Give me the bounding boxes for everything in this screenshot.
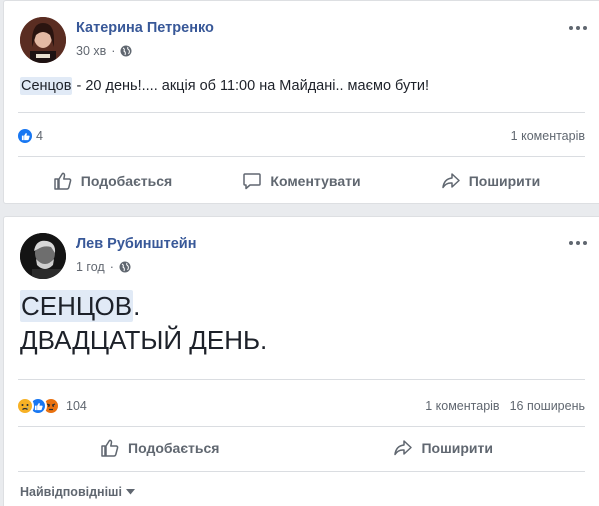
post-text-body: - 20 день!.... акція об 11:00 на Майдані… (72, 78, 430, 94)
more-options-icon[interactable] (569, 238, 589, 248)
post-stats: 4 1 коментарів (16, 127, 585, 145)
comment-label: Коментувати (270, 173, 361, 189)
post-actions: Подобається Поширити (18, 431, 585, 465)
post-card: Катерина Петренко 30 хв · Сенцов - 20 де… (3, 0, 599, 204)
share-button[interactable]: Поширити (302, 431, 586, 465)
divider (18, 156, 585, 157)
share-icon (394, 440, 413, 456)
divider (18, 471, 585, 472)
sort-label: Найвідповідніші (20, 485, 122, 499)
comment-button[interactable]: Коментувати (207, 164, 396, 198)
author-avatar[interactable] (20, 233, 66, 279)
post-text-line2: ДВАДЦАТЫЙ ДЕНЬ. (20, 325, 268, 355)
post-text: СЕНЦОВ. ДВАДЦАТЫЙ ДЕНЬ. (20, 289, 267, 357)
author-name[interactable]: Катерина Петренко (76, 20, 214, 36)
globe-icon (119, 261, 131, 273)
post-card: Лев Рубинштейн 1 год · СЕНЦОВ. ДВАДЦАТЫЙ… (3, 216, 599, 506)
comment-icon (243, 173, 262, 190)
post-stats: 104 1 коментарів 16 поширень (16, 397, 585, 415)
comment-count[interactable]: 1 коментарів (511, 129, 585, 143)
share-count[interactable]: 16 поширень (510, 399, 585, 413)
comment-count[interactable]: 1 коментарів (425, 399, 499, 413)
divider (18, 112, 585, 113)
author-name[interactable]: Лев Рубинштейн (76, 236, 196, 252)
share-label: Поширити (468, 173, 541, 189)
like-label: Подобається (80, 173, 173, 189)
share-icon (441, 173, 460, 189)
like-button[interactable]: Подобається (18, 164, 207, 198)
thumbs-up-icon (101, 439, 119, 457)
like-reaction-icon[interactable] (16, 127, 34, 145)
thumbs-up-icon (54, 172, 72, 190)
like-count[interactable]: 4 (36, 129, 43, 143)
more-options-icon[interactable] (569, 23, 589, 33)
mention-link[interactable]: СЕНЦОВ (20, 290, 134, 322)
sad-reaction-icon[interactable] (16, 397, 34, 415)
like-label: Подобається (128, 440, 220, 456)
divider (18, 379, 585, 380)
mention-link[interactable]: Сенцов (20, 77, 73, 95)
author-avatar[interactable] (20, 17, 66, 63)
post-time[interactable]: 1 год (76, 260, 105, 274)
post-meta: 30 хв · (76, 44, 132, 58)
caret-down-icon (125, 489, 135, 495)
like-button[interactable]: Подобається (18, 431, 302, 465)
divider (18, 426, 585, 427)
post-text: Сенцов - 20 день!.... акція об 11:00 на … (20, 77, 430, 95)
post-actions: Подобається Коментувати Поширити (18, 164, 585, 198)
share-button[interactable]: Поширити (396, 164, 585, 198)
post-text-line1-rest: . (133, 291, 141, 321)
post-time[interactable]: 30 хв (76, 44, 106, 58)
reaction-count[interactable]: 104 (66, 399, 87, 413)
comment-sort-dropdown[interactable]: Найвідповідніші (20, 485, 135, 499)
share-label: Поширити (421, 440, 493, 456)
globe-icon (120, 45, 132, 57)
post-meta: 1 год · (76, 260, 131, 274)
